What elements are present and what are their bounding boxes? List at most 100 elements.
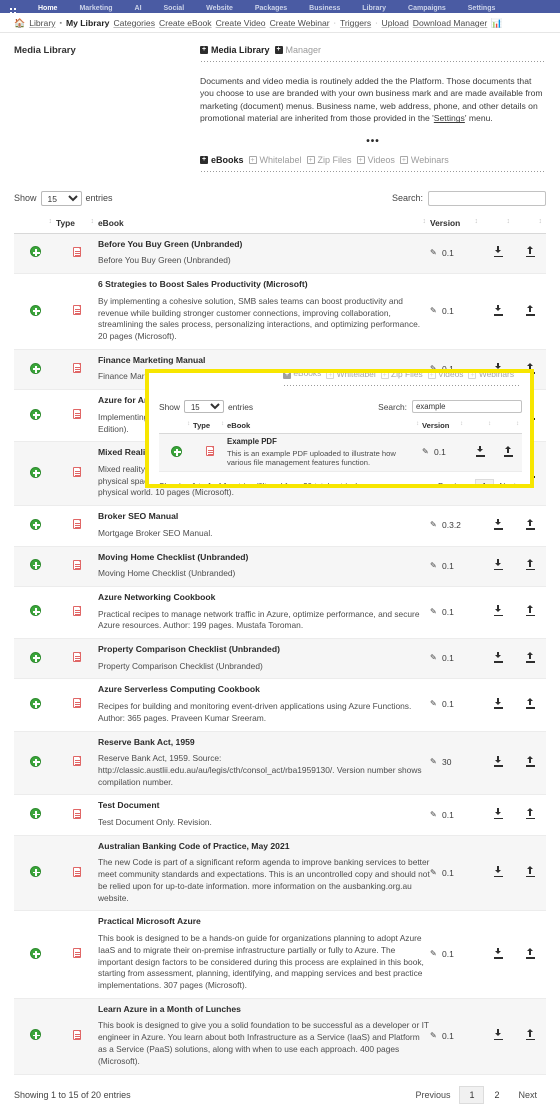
download-icon[interactable] bbox=[493, 559, 503, 570]
overlay-col-type[interactable]: Type bbox=[193, 419, 227, 434]
app-nav-item-social[interactable]: Social bbox=[164, 5, 185, 12]
upload-icon[interactable] bbox=[525, 246, 535, 257]
col-download[interactable] bbox=[482, 214, 514, 234]
add-cell[interactable] bbox=[14, 233, 56, 273]
upload-cell[interactable] bbox=[514, 731, 546, 795]
overlay-tab-whitelabel[interactable]: + Whitelabel bbox=[326, 369, 375, 379]
home-icon[interactable]: 🏠 bbox=[14, 19, 25, 28]
overlay-pagination-next[interactable]: Next bbox=[494, 480, 522, 488]
edit-pencil-icon[interactable]: ✎ bbox=[430, 950, 438, 958]
table-row[interactable]: Practical Microsoft Azure This book is d… bbox=[14, 911, 546, 998]
tab-manager[interactable]: + Manager bbox=[275, 45, 322, 55]
app-nav-item-home[interactable]: Home bbox=[38, 5, 57, 12]
add-cell[interactable] bbox=[14, 349, 56, 389]
app-nav-item-business[interactable]: Business bbox=[309, 5, 340, 12]
overlay-tab-videos[interactable]: + Videos bbox=[428, 369, 464, 379]
overlay-tab-ebooks[interactable]: + eBooks bbox=[283, 369, 321, 379]
add-circle-icon[interactable] bbox=[30, 698, 41, 709]
breadcrumb-upload[interactable]: Upload bbox=[382, 18, 409, 28]
breadcrumb-create-webinar[interactable]: Create Webinar bbox=[270, 18, 330, 28]
download-icon[interactable] bbox=[493, 246, 503, 257]
add-circle-icon[interactable] bbox=[30, 246, 41, 257]
edit-pencil-icon[interactable]: ✎ bbox=[430, 249, 438, 257]
edit-pencil-icon[interactable]: ✎ bbox=[430, 758, 438, 766]
edit-pencil-icon[interactable]: ✎ bbox=[430, 654, 438, 662]
upload-icon[interactable] bbox=[525, 605, 535, 616]
tab-ebooks[interactable]: + eBooks bbox=[200, 155, 244, 165]
upload-icon[interactable] bbox=[525, 1029, 535, 1040]
download-cell[interactable] bbox=[482, 639, 514, 679]
overlay-tab-zip-files[interactable]: + Zip Files bbox=[381, 369, 423, 379]
download-icon[interactable] bbox=[475, 446, 485, 457]
upload-cell[interactable] bbox=[514, 835, 546, 911]
add-cell[interactable] bbox=[14, 679, 56, 731]
download-cell[interactable] bbox=[482, 546, 514, 586]
upload-cell[interactable] bbox=[514, 274, 546, 350]
settings-link[interactable]: Settings bbox=[434, 113, 465, 123]
add-cell[interactable] bbox=[14, 506, 56, 546]
overlay-pagination-previous[interactable]: Previous bbox=[432, 480, 475, 488]
overlay-upload-cell[interactable] bbox=[494, 434, 522, 472]
download-cell[interactable] bbox=[482, 506, 514, 546]
add-circle-icon[interactable] bbox=[30, 652, 41, 663]
pagination-page-1[interactable]: 1 bbox=[459, 1086, 484, 1104]
download-cell[interactable] bbox=[482, 731, 514, 795]
grid-menu-icon[interactable] bbox=[10, 8, 16, 13]
upload-cell[interactable] bbox=[514, 639, 546, 679]
tab-media-library[interactable]: + Media Library bbox=[200, 45, 270, 55]
table-row[interactable]: Learn Azure in a Month of Lunches This b… bbox=[14, 998, 546, 1074]
download-icon[interactable] bbox=[493, 305, 503, 316]
overlay-col-ebook[interactable]: eBook bbox=[227, 419, 422, 434]
download-icon[interactable] bbox=[493, 866, 503, 877]
edit-pencil-icon[interactable]: ✎ bbox=[430, 521, 438, 529]
pagination-previous[interactable]: Previous bbox=[406, 1087, 459, 1103]
add-circle-icon[interactable] bbox=[30, 467, 41, 478]
table-row[interactable]: Australian Banking Code of Practice, May… bbox=[14, 835, 546, 911]
table-row[interactable]: Azure Serverless Computing Cookbook Reci… bbox=[14, 679, 546, 731]
edit-pencil-icon[interactable]: ✎ bbox=[430, 1032, 438, 1040]
upload-cell[interactable] bbox=[514, 795, 546, 835]
add-circle-icon[interactable] bbox=[30, 559, 41, 570]
add-cell[interactable] bbox=[14, 911, 56, 998]
tab-whitelabel[interactable]: + Whitelabel bbox=[249, 155, 302, 165]
download-icon[interactable] bbox=[493, 519, 503, 530]
add-cell[interactable] bbox=[14, 998, 56, 1074]
add-cell[interactable] bbox=[14, 390, 56, 442]
add-cell[interactable] bbox=[14, 442, 56, 506]
add-cell[interactable] bbox=[14, 546, 56, 586]
overlay-col-add[interactable] bbox=[159, 419, 193, 434]
page-length-select[interactable]: 10152550100 bbox=[41, 191, 82, 206]
download-cell[interactable] bbox=[482, 233, 514, 273]
upload-icon[interactable] bbox=[525, 519, 535, 530]
upload-cell[interactable] bbox=[514, 233, 546, 273]
download-icon[interactable] bbox=[493, 1029, 503, 1040]
tab-zip-files[interactable]: + Zip Files bbox=[307, 155, 352, 165]
upload-icon[interactable] bbox=[525, 305, 535, 316]
tab-videos[interactable]: + Videos bbox=[357, 155, 395, 165]
overlay-col-upload[interactable] bbox=[494, 419, 522, 434]
add-cell[interactable] bbox=[14, 795, 56, 835]
col-upload[interactable] bbox=[514, 214, 546, 234]
add-circle-icon[interactable] bbox=[30, 1029, 41, 1040]
download-cell[interactable] bbox=[482, 835, 514, 911]
overlay-search-input[interactable] bbox=[412, 400, 522, 413]
edit-pencil-icon[interactable]: ✎ bbox=[430, 869, 438, 877]
overlay-col-version[interactable]: Version bbox=[422, 419, 466, 434]
breadcrumb-library[interactable]: Library bbox=[29, 18, 55, 28]
download-icon[interactable] bbox=[493, 808, 503, 819]
breadcrumb-categories[interactable]: Categories bbox=[113, 18, 155, 28]
app-nav-item-ai[interactable]: AI bbox=[135, 5, 142, 12]
add-circle-icon[interactable] bbox=[171, 446, 182, 457]
upload-cell[interactable] bbox=[514, 506, 546, 546]
app-nav-bar[interactable]: Home Marketing AI Social Website Package… bbox=[0, 0, 560, 13]
download-icon[interactable] bbox=[493, 948, 503, 959]
pagination-next[interactable]: Next bbox=[509, 1087, 546, 1103]
col-add[interactable] bbox=[14, 214, 56, 234]
overlay-download-cell[interactable] bbox=[466, 434, 494, 472]
search-input[interactable] bbox=[428, 191, 546, 206]
download-cell[interactable] bbox=[482, 274, 514, 350]
upload-cell[interactable] bbox=[514, 911, 546, 998]
table-row[interactable]: Moving Home Checklist (Unbranded) Moving… bbox=[14, 546, 546, 586]
edit-pencil-icon[interactable]: ✎ bbox=[430, 811, 438, 819]
download-icon[interactable] bbox=[493, 698, 503, 709]
